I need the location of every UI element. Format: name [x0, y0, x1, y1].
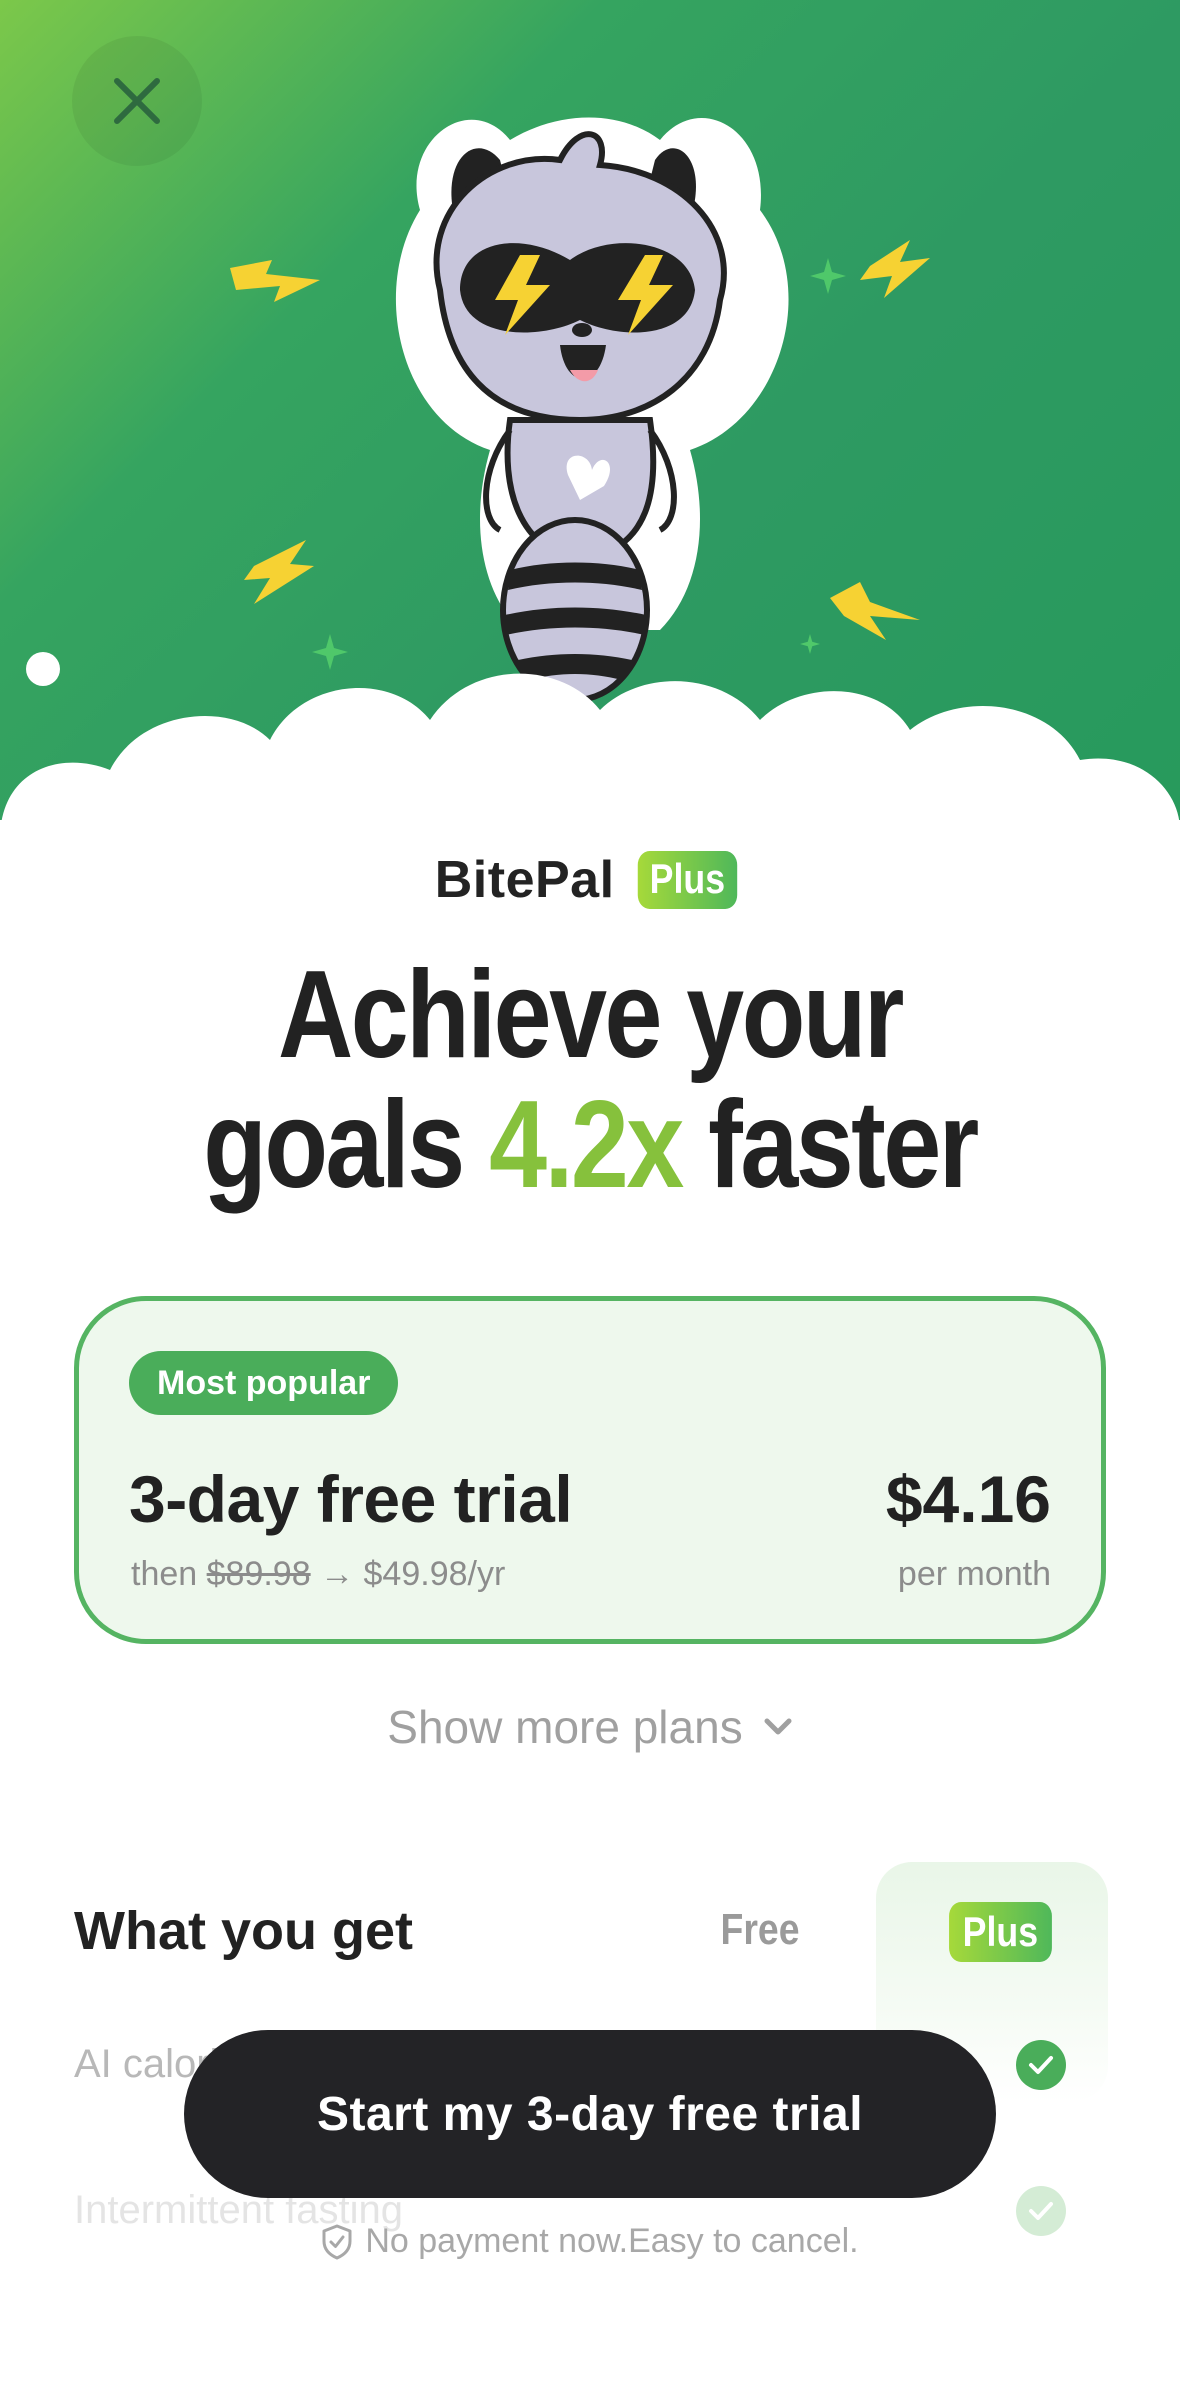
headline-suffix: faster: [681, 1076, 979, 1214]
brand-name: BitePal: [434, 851, 615, 909]
plan-old-price: $89.98: [206, 1555, 311, 1593]
start-trial-button[interactable]: Start my 3-day free trial: [184, 2030, 996, 2198]
fineprint: No payment now.Easy to cancel.: [0, 2222, 1180, 2261]
lightning-sparkle-icon: [860, 240, 930, 298]
plan-period: per month: [897, 1555, 1051, 1593]
headline-line-1: Achieve your: [278, 946, 904, 1084]
cloud-divider: [0, 673, 1180, 840]
show-more-plans-label: Show more plans: [387, 1701, 743, 1753]
plan-subtitle: then $89.98 → $49.98/yr: [131, 1555, 505, 1594]
column-header-free: Free: [720, 1905, 800, 1954]
check-icon: [1016, 2040, 1066, 2090]
fineprint-label: No payment now.Easy to cancel.: [365, 2222, 859, 2260]
close-button[interactable]: [72, 36, 202, 166]
chevron-down-icon: [764, 1718, 792, 1735]
features-title: What you get: [74, 1901, 413, 1961]
brand-header: BitePal Plus: [0, 850, 1180, 910]
headline-prefix: goals: [203, 1076, 490, 1214]
close-icon: [114, 78, 160, 124]
lightning-sparkle-icon: [230, 260, 320, 302]
plan-price: $4.16: [885, 1462, 1051, 1536]
show-more-plans-button[interactable]: Show more plans: [0, 1700, 1180, 1754]
headline-line-2: goals 4.2x faster: [94, 1080, 1085, 1210]
column-header-plus: Plus: [949, 1902, 1052, 1962]
hero-banner: [0, 0, 1180, 840]
plan-new-price: → $49.98/yr: [310, 1555, 506, 1593]
shield-check-icon: [322, 2224, 352, 2259]
most-popular-badge: Most popular: [129, 1351, 399, 1415]
plan-card-annual[interactable]: Most popular 3-day free trial then $89.9…: [74, 1296, 1106, 1644]
plan-title: 3-day free trial: [129, 1462, 573, 1536]
headline-accent: 4.2x: [489, 1076, 684, 1214]
headline: Achieve your goals 4.2x faster: [94, 950, 1085, 1210]
plan-sub-prefix: then: [131, 1555, 207, 1593]
lightning-sparkle-icon: [244, 540, 314, 604]
plus-badge: Plus: [637, 851, 737, 909]
